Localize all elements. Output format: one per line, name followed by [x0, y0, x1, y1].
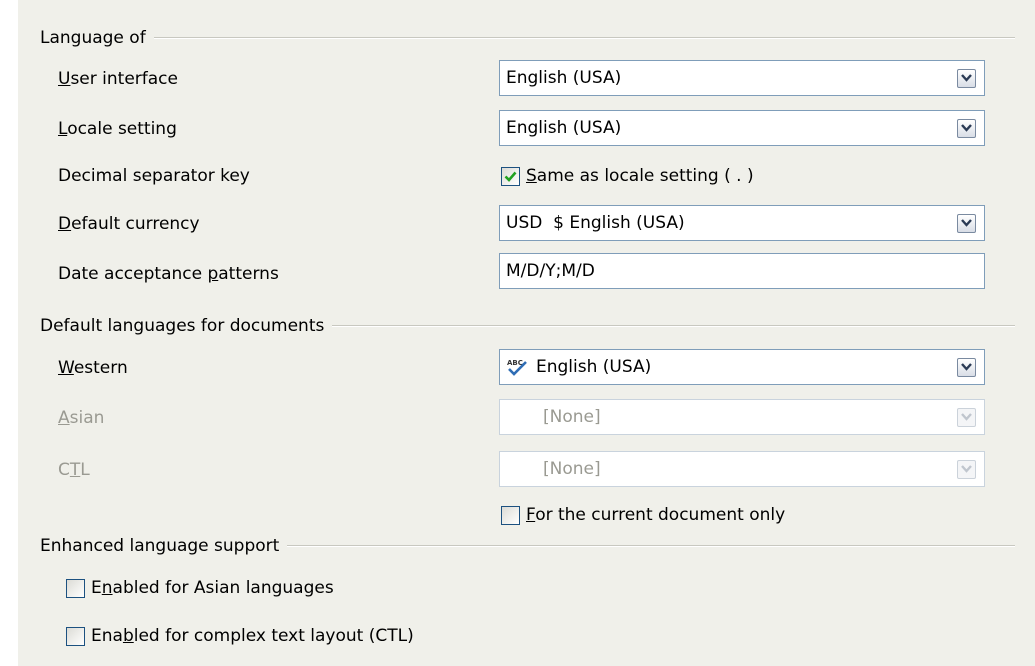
enable-ctl-checkbox[interactable]: [66, 626, 85, 646]
date-patterns-label: Date acceptance patterns: [58, 264, 279, 284]
locale-setting-label: Locale setting: [58, 119, 177, 139]
chevron-down-icon: [957, 459, 976, 479]
western-value: English (USA): [536, 357, 652, 377]
western-label: Western: [58, 358, 128, 378]
default-currency-select[interactable]: USD $ English (USA): [499, 205, 985, 241]
default-currency-label: Default currency: [58, 214, 200, 234]
same-as-locale-checkbox[interactable]: [501, 166, 520, 186]
spellcheck-abc-icon: ABC: [506, 357, 530, 377]
locale-setting-value: English (USA): [506, 118, 622, 138]
section-default-languages: Default languages for documents: [40, 314, 1015, 338]
enable-asian-row[interactable]: Enabled for Asian languages: [66, 576, 334, 600]
section-title: Default languages for documents: [40, 316, 325, 336]
chevron-down-icon[interactable]: [957, 68, 976, 88]
language-settings-panel: Language of User interface English (USA)…: [18, 0, 1035, 666]
ctl-label: CTL: [58, 460, 90, 480]
asian-label: Asian: [58, 408, 105, 428]
section-title: Language of: [40, 28, 146, 48]
ctl-language-select: [None]: [499, 451, 985, 487]
asian-value: [None]: [543, 407, 601, 427]
enable-ctl-row[interactable]: Enabled for complex text layout (CTL): [66, 624, 414, 648]
enable-asian-checkbox[interactable]: [66, 578, 85, 598]
separator-line: [153, 37, 1015, 39]
same-as-locale-checkbox-row[interactable]: Same as locale setting ( . ): [501, 164, 754, 188]
chevron-down-icon: [957, 407, 976, 427]
same-as-locale-label: Same as locale setting ( . ): [526, 166, 754, 186]
asian-language-select: [None]: [499, 399, 985, 435]
chevron-down-icon[interactable]: [957, 213, 976, 233]
current-document-only-label: For the current document only: [526, 505, 786, 525]
enable-asian-label: Enabled for Asian languages: [91, 578, 334, 598]
section-language-of: Language of: [40, 26, 1015, 50]
user-interface-select[interactable]: English (USA): [499, 60, 985, 96]
enable-ctl-label: Enabled for complex text layout (CTL): [91, 626, 414, 646]
default-currency-value: USD $ English (USA): [506, 213, 685, 233]
checkmark-icon: [504, 171, 517, 182]
current-document-only-row[interactable]: For the current document only: [501, 503, 785, 527]
separator-line: [287, 545, 1015, 547]
separator-line: [332, 325, 1015, 327]
decimal-separator-label: Decimal separator key: [58, 166, 250, 186]
user-interface-value: English (USA): [506, 68, 622, 88]
western-value-wrap: ABC English (USA): [500, 357, 957, 377]
section-enhanced-language: Enhanced language support: [40, 534, 1015, 558]
western-language-select[interactable]: ABC English (USA): [499, 349, 985, 385]
section-title: Enhanced language support: [40, 536, 280, 556]
chevron-down-icon[interactable]: [957, 357, 976, 377]
date-patterns-input[interactable]: M/D/Y;M/D: [499, 253, 985, 289]
user-interface-label: User interface: [58, 69, 178, 89]
current-document-only-checkbox[interactable]: [501, 505, 520, 525]
ctl-value: [None]: [543, 459, 601, 479]
chevron-down-icon[interactable]: [957, 118, 976, 138]
locale-setting-select[interactable]: English (USA): [499, 110, 985, 146]
